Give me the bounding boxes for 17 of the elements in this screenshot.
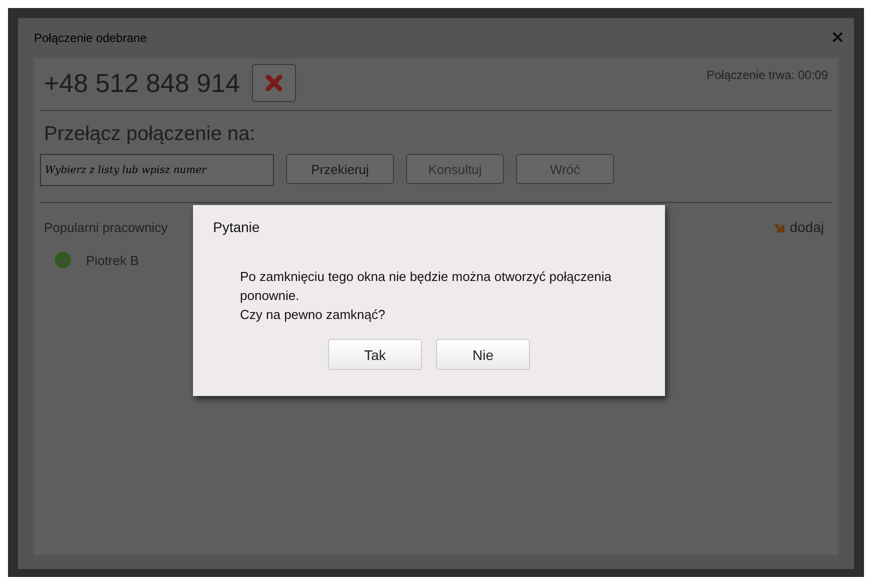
dialog-message: Po zamknięciu tego okna nie będzie można otworzyć połączenia ponownie. Czy na pewno zamknąć? [240,268,612,324]
section-heading: Przełącz połączenie na: [43,122,256,147]
employee-name[interactable]: Piotrek B [86,252,139,268]
window-title: Połączenie odebrane [34,31,148,45]
add-link[interactable]: dodaj [774,219,824,235]
number-input-field[interactable]: Wybierz z listy lub wpisz numer [40,154,274,186]
call-duration: Połączenie trwa: 00:09 [706,68,828,82]
dialog-title: Pytanie [213,219,261,235]
end-call-button[interactable] [252,64,296,102]
phone-number: +48 512 848 914 [44,68,240,99]
arrow-icon [774,222,785,232]
dialog-button[interactable]: Tak [328,339,422,370]
dialog-button[interactable]: Nie [436,339,530,370]
close-button[interactable]: ✕ [831,28,844,48]
close-icon [264,74,283,92]
section-heading: Popularni pracownicy [44,220,168,234]
transfer-button[interactable]: Przekieruj [286,154,394,184]
